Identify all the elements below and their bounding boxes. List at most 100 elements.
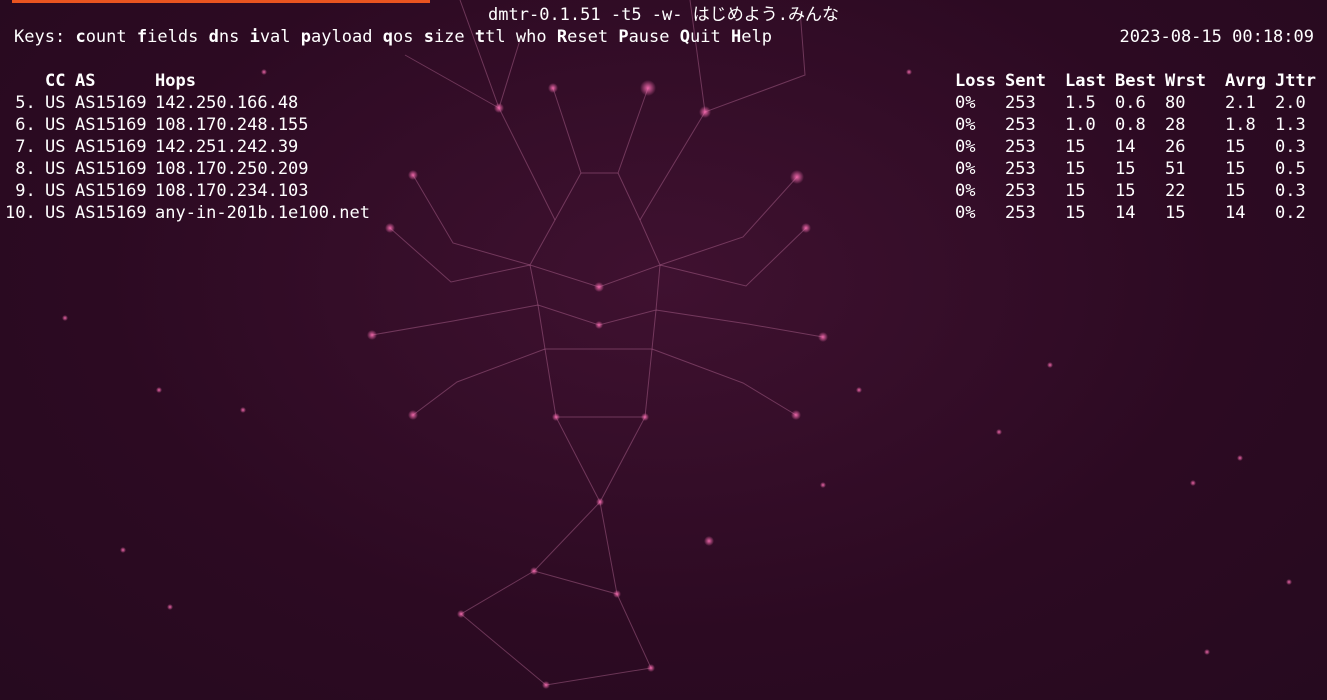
key-fields-hotkey: f — [136, 27, 148, 47]
key-quit[interactable]: Quit — [680, 27, 721, 47]
key-ival-label: val — [259, 27, 291, 47]
cell-sent: 253 — [1005, 93, 1036, 113]
cell-num: 9. — [5, 181, 36, 201]
cell-wrst: 28 — [1165, 115, 1186, 135]
cell-as: AS15169 — [75, 137, 147, 157]
cell-best: 14 — [1115, 203, 1136, 223]
key-reset-label: eset — [567, 27, 609, 47]
cell-as: AS15169 — [75, 93, 147, 113]
key-size-hotkey: s — [423, 27, 434, 47]
cell-last: 15 — [1065, 203, 1086, 223]
key-payload-hotkey: p — [300, 27, 312, 47]
header-hops: Hops — [155, 71, 196, 91]
key-ttl-label: tl — [485, 27, 506, 47]
key-ival[interactable]: ival — [250, 27, 291, 47]
cell-host: 142.251.242.39 — [155, 137, 299, 157]
cell-wrst: 51 — [1165, 159, 1186, 179]
cell-cc: US — [45, 115, 66, 135]
key-ival-hotkey: i — [249, 27, 260, 47]
terminal-screen[interactable]: dmtr-0.1.51 -t5 -w- はじめよう.みんな Keys: coun… — [0, 0, 1327, 700]
key-count-label: ount — [85, 27, 127, 47]
cell-num: 8. — [5, 159, 36, 179]
cell-avrg: 15 — [1225, 137, 1246, 157]
key-qos[interactable]: qos — [383, 27, 414, 47]
window-title: dmtr-0.1.51 -t5 -w- はじめよう.みんな — [488, 5, 839, 25]
header-best: Best — [1115, 71, 1156, 91]
key-size[interactable]: size — [424, 27, 465, 47]
cell-as: AS15169 — [75, 159, 147, 179]
cell-avrg: 15 — [1225, 159, 1246, 179]
key-pause[interactable]: Pause — [618, 27, 669, 47]
key-pause-hotkey: P — [618, 27, 629, 47]
cell-jttr: 2.0 — [1275, 93, 1306, 113]
cell-best: 0.8 — [1115, 115, 1146, 135]
cell-host: any-in-201b.1e100.net — [155, 203, 370, 223]
cell-as: AS15169 — [75, 115, 147, 135]
header-loss: Loss — [955, 71, 996, 91]
cell-jttr: 1.3 — [1275, 115, 1306, 135]
key-quit-hotkey: Q — [679, 27, 691, 47]
header-cc: CC — [45, 71, 66, 91]
header-sent: Sent — [1005, 71, 1046, 91]
key-count-hotkey: c — [75, 27, 86, 47]
cell-host: 108.170.250.209 — [155, 159, 309, 179]
header-last: Last — [1065, 71, 1106, 91]
cell-loss: 0% — [955, 203, 976, 223]
cell-as: AS15169 — [75, 181, 147, 201]
key-reset[interactable]: Reset — [557, 27, 608, 47]
cell-avrg: 2.1 — [1225, 93, 1256, 113]
cell-cc: US — [45, 203, 66, 223]
key-help-hotkey: H — [730, 27, 742, 47]
cell-wrst: 80 — [1165, 93, 1186, 113]
cell-num: 10. — [5, 203, 36, 223]
key-who-label: who — [515, 27, 547, 47]
cell-jttr: 0.5 — [1275, 159, 1306, 179]
cell-jttr: 0.3 — [1275, 137, 1306, 157]
cell-host: 142.250.166.48 — [155, 93, 299, 113]
cell-num: 5. — [5, 93, 36, 113]
key-qos-label: os — [392, 27, 414, 47]
cell-sent: 253 — [1005, 203, 1036, 223]
cell-host: 108.170.234.103 — [155, 181, 309, 201]
cell-cc: US — [45, 181, 66, 201]
keys-prefix: Keys: — [14, 27, 66, 47]
key-dns[interactable]: dns — [209, 27, 240, 47]
key-ttl[interactable]: ttl — [475, 27, 506, 47]
cell-best: 15 — [1115, 159, 1136, 179]
cell-wrst: 15 — [1165, 203, 1186, 223]
key-payload[interactable]: payload — [301, 27, 373, 47]
key-help[interactable]: Help — [731, 27, 772, 47]
cell-loss: 0% — [955, 159, 976, 179]
cell-jttr: 0.2 — [1275, 203, 1306, 223]
active-tab-indicator — [12, 0, 430, 3]
key-reset-hotkey: R — [556, 27, 568, 47]
key-who[interactable]: who — [516, 27, 547, 47]
cell-avrg: 14 — [1225, 203, 1246, 223]
cell-jttr: 0.3 — [1275, 181, 1306, 201]
header-as: AS — [75, 71, 96, 91]
cell-avrg: 1.8 — [1225, 115, 1256, 135]
header-wrst: Wrst — [1165, 71, 1206, 91]
header-jttr: Jttr — [1275, 71, 1316, 91]
cell-cc: US — [45, 159, 66, 179]
key-dns-hotkey: d — [208, 27, 219, 47]
cell-loss: 0% — [955, 181, 976, 201]
cell-loss: 0% — [955, 137, 976, 157]
cell-wrst: 26 — [1165, 137, 1186, 157]
key-help-label: elp — [741, 27, 772, 47]
cell-best: 15 — [1115, 181, 1136, 201]
cell-loss: 0% — [955, 93, 976, 113]
key-pause-label: ause — [628, 27, 670, 47]
cell-sent: 253 — [1005, 181, 1036, 201]
cell-last: 15 — [1065, 159, 1086, 179]
cell-last: 15 — [1065, 137, 1086, 157]
key-dns-label: ns — [218, 27, 240, 47]
cell-sent: 253 — [1005, 159, 1036, 179]
cell-sent: 253 — [1005, 115, 1036, 135]
key-count[interactable]: count — [75, 27, 126, 47]
key-payload-label: ayload — [311, 27, 373, 47]
key-fields[interactable]: fields — [137, 27, 198, 47]
cell-last: 1.0 — [1065, 115, 1096, 135]
cell-loss: 0% — [955, 115, 976, 135]
cell-avrg: 15 — [1225, 181, 1246, 201]
